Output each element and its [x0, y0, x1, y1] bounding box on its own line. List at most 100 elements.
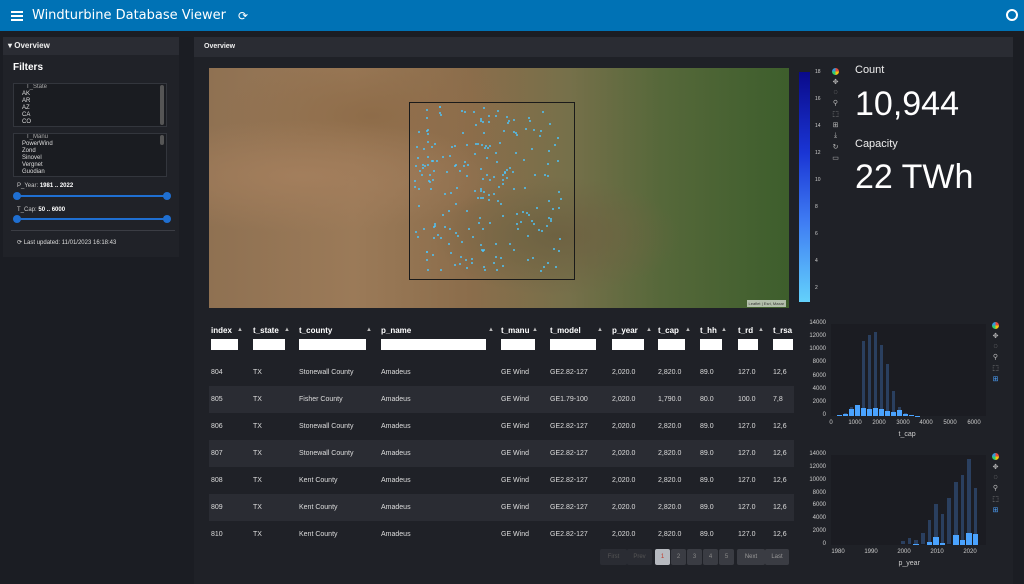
histogram-bar[interactable]: [906, 537, 913, 545]
histogram-bar[interactable]: [920, 532, 926, 545]
histogram-bar[interactable]: [900, 539, 906, 545]
column-header-t_hh[interactable]: t_hh ▲: [700, 326, 727, 335]
year-slider-low-handle[interactable]: [13, 192, 21, 200]
pan-icon[interactable]: ✥: [833, 78, 839, 86]
filter-input-index[interactable]: [211, 339, 238, 350]
table-row[interactable]: 810 TX Kent County Amadeus GE Wind GE2.82-127…: [209, 521, 794, 540]
selection-box[interactable]: [409, 102, 575, 280]
state-option[interactable]: CO: [22, 119, 158, 126]
column-header-p_name[interactable]: p_name ▲: [381, 326, 494, 335]
sort-icon[interactable]: ▲: [237, 327, 243, 333]
sidebar-card-header[interactable]: ▾ Overview: [3, 37, 179, 55]
histogram-bar[interactable]: [866, 333, 872, 416]
sort-icon[interactable]: ▲: [532, 327, 538, 333]
bokeh-logo-icon[interactable]: [992, 453, 999, 460]
table-row[interactable]: 804 TX Stonewall County Amadeus GE Wind GE2.8…: [209, 359, 794, 386]
histogram-bar[interactable]: [890, 412, 896, 416]
filter-input-t_rd[interactable]: [738, 339, 758, 350]
year-range-slider[interactable]: [13, 192, 171, 200]
column-header-t_cap[interactable]: t_cap ▲: [658, 326, 691, 335]
box-select-icon[interactable]: ⬚: [832, 110, 839, 118]
histogram-bar[interactable]: [959, 474, 966, 545]
histogram-bar[interactable]: [902, 414, 908, 416]
histogram-bar[interactable]: [872, 330, 878, 416]
filter-input-p_year[interactable]: [612, 339, 644, 350]
table-row[interactable]: 806 TX Stonewall County Amadeus GE Wind GE2.8…: [209, 413, 794, 440]
turbine-map[interactable]: Leaflet | Esri, Maxar: [209, 68, 789, 308]
histogram-bar[interactable]: [848, 408, 854, 416]
filter-input-t_county[interactable]: [299, 339, 366, 350]
sort-icon[interactable]: ▲: [685, 327, 691, 333]
box-zoom-icon[interactable]: ⊞: [833, 121, 839, 129]
histogram-bar[interactable]: [959, 539, 966, 545]
box-select-icon[interactable]: ⬚: [992, 364, 999, 372]
manu-option[interactable]: PowerWind: [22, 141, 158, 148]
histogram-bar[interactable]: [953, 535, 959, 545]
table-row[interactable]: 809 TX Kent County Amadeus GE Wind GE2.82-127…: [209, 494, 794, 521]
hover-icon[interactable]: ▭: [832, 154, 839, 162]
histogram-bar[interactable]: [933, 537, 939, 545]
sort-icon[interactable]: ▲: [646, 327, 652, 333]
box-select-icon[interactable]: ⬚: [992, 495, 999, 503]
histogram-bar[interactable]: [884, 411, 890, 416]
box-zoom-icon[interactable]: ⊞: [993, 506, 999, 514]
filter-input-t_state[interactable]: [253, 339, 285, 350]
zoom-icon[interactable]: ⚲: [993, 484, 998, 492]
histogram-bar[interactable]: [854, 404, 860, 416]
histogram-bar[interactable]: [884, 363, 890, 416]
state-multiselect[interactable]: T_State AK AR AZ CA CO: [13, 83, 167, 127]
sort-icon[interactable]: ▲: [721, 327, 727, 333]
sort-icon[interactable]: ▲: [284, 327, 290, 333]
pager-page-button[interactable]: 5: [719, 549, 734, 565]
manu-option[interactable]: Sinovel: [22, 155, 158, 162]
sort-icon[interactable]: ▲: [758, 327, 764, 333]
manu-scrollbar[interactable]: [160, 135, 164, 145]
pager-first-button[interactable]: First: [600, 549, 627, 565]
reload-icon[interactable]: ⟳: [238, 9, 248, 23]
column-header-t_model[interactable]: t_model ▲: [550, 326, 603, 335]
histogram-bar[interactable]: [872, 407, 878, 416]
filter-input-p_name[interactable]: [381, 339, 486, 350]
manu-option[interactable]: Zond: [22, 148, 158, 155]
histogram-bar[interactable]: [939, 512, 946, 545]
column-header-t_rsa[interactable]: t_rsa: [773, 326, 792, 335]
manu-multiselect[interactable]: T_Manu PowerWind Zond Sinovel Vergnet Gu…: [13, 133, 167, 177]
histogram-bar[interactable]: [966, 458, 972, 545]
bokeh-logo-icon[interactable]: [992, 322, 999, 329]
histogram-bar[interactable]: [913, 543, 919, 545]
manu-option[interactable]: Guodian: [22, 169, 158, 176]
column-header-t_state[interactable]: t_state ▲: [253, 326, 290, 335]
state-option[interactable]: AK: [22, 91, 158, 98]
column-header-index[interactable]: index ▲: [211, 326, 243, 335]
pager-page-button[interactable]: 3: [687, 549, 702, 565]
histogram-bar[interactable]: [878, 343, 884, 416]
column-header-t_county[interactable]: t_county ▲: [299, 326, 372, 335]
histogram-bar[interactable]: [842, 414, 848, 416]
filter-input-t_manu[interactable]: [501, 339, 535, 350]
filter-input-t_rsa[interactable]: [773, 339, 793, 350]
zoom-icon[interactable]: ⚲: [833, 99, 838, 107]
filter-input-t_cap[interactable]: [658, 339, 685, 350]
histogram-bar[interactable]: [878, 409, 884, 416]
filter-input-t_model[interactable]: [550, 339, 596, 350]
reset-icon[interactable]: ↻: [833, 143, 839, 151]
manu-option[interactable]: Vergnet: [22, 162, 158, 169]
histogram-bar[interactable]: [908, 415, 914, 416]
lasso-icon[interactable]: ◌: [833, 89, 837, 96]
histogram-bar[interactable]: [860, 340, 866, 416]
column-header-p_year[interactable]: p_year ▲: [612, 326, 652, 335]
table-row[interactable]: 807 TX Stonewall County Amadeus GE Wind GE2.8…: [209, 440, 794, 467]
pager-page-button[interactable]: 2: [671, 549, 686, 565]
histogram-bar[interactable]: [946, 496, 952, 545]
sort-icon[interactable]: ▲: [366, 327, 372, 333]
histogram-bar[interactable]: [939, 543, 946, 545]
state-option[interactable]: CA: [22, 112, 158, 119]
cap-slider-low-handle[interactable]: [13, 215, 21, 223]
save-icon[interactable]: ⤓: [834, 132, 837, 140]
histogram-bar[interactable]: [837, 415, 842, 416]
box-zoom-icon[interactable]: ⊞: [993, 375, 999, 383]
sort-icon[interactable]: ▲: [488, 327, 494, 333]
state-option[interactable]: AR: [22, 98, 158, 105]
pager-page-button[interactable]: 1: [655, 549, 670, 565]
filter-input-t_hh[interactable]: [700, 339, 722, 350]
